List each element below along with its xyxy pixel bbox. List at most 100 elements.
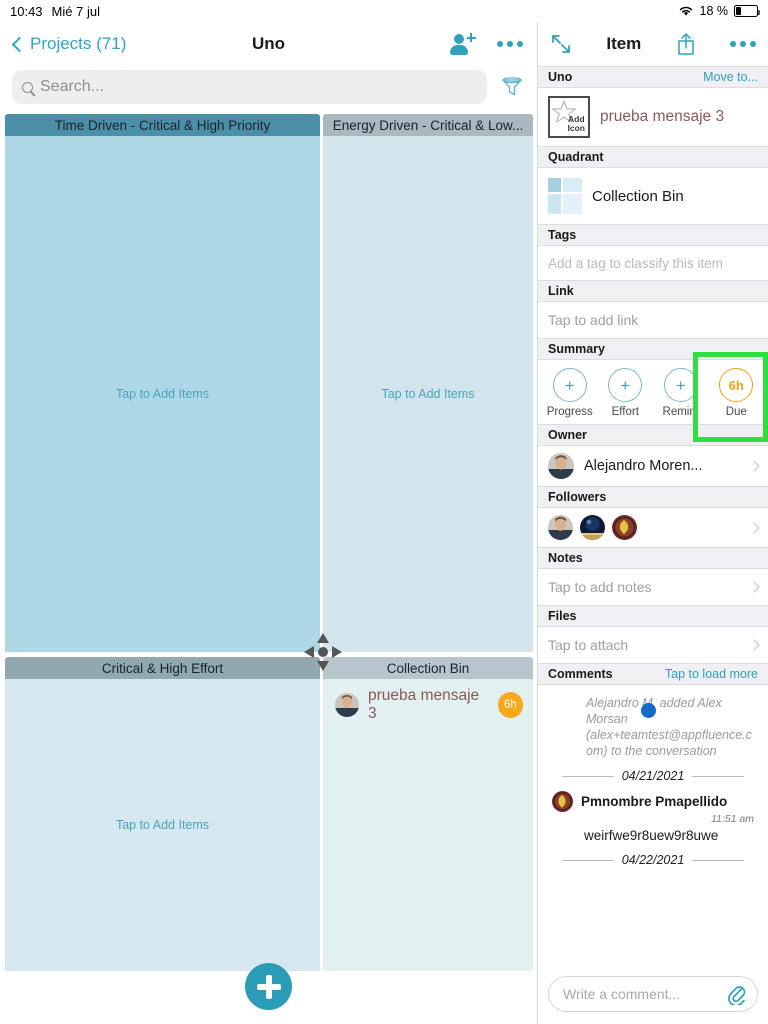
search-placeholder: Search... bbox=[40, 78, 105, 95]
more-options-icon[interactable] bbox=[497, 41, 523, 47]
files-placeholder: Tap to attach bbox=[548, 637, 629, 653]
summary-progress[interactable]: + Progress bbox=[542, 368, 598, 418]
status-time: 10:43 bbox=[10, 3, 43, 19]
avatar bbox=[548, 453, 574, 479]
quadrant-time-driven[interactable]: Time Driven - Critical & High Priority T… bbox=[5, 114, 320, 652]
left-nav-actions bbox=[449, 32, 523, 56]
status-bar-left: 10:43 Mié 7 jul bbox=[0, 4, 100, 19]
summary-label: Due bbox=[725, 406, 747, 418]
quadrant-energy-driven[interactable]: Energy Driven - Critical & Low... Tap to… bbox=[323, 114, 533, 652]
item-title[interactable]: prueba mensaje 3 bbox=[600, 108, 724, 126]
left-panel: Projects (71) Uno Search... Time Driven … bbox=[0, 0, 538, 1024]
app-root: 10:43 Mié 7 jul 18 % Projects (71) Uno S… bbox=[0, 0, 768, 1024]
add-item-fab[interactable] bbox=[245, 963, 292, 1010]
quadrant-empty-label[interactable]: Tap to Add Items bbox=[323, 387, 533, 401]
summary-due[interactable]: 6h Due bbox=[709, 368, 765, 418]
project-bar: Uno Move to... bbox=[538, 66, 768, 88]
due-value-button[interactable]: 6h bbox=[719, 368, 754, 402]
quadrant-body[interactable]: Tap to Add Items bbox=[323, 136, 533, 652]
detail-content: Uno Move to... Add Icon prueba mensaje 3… bbox=[538, 66, 768, 968]
summary-reminder[interactable]: + Remin. bbox=[653, 368, 709, 418]
quadrant-title: Energy Driven - Critical & Low... bbox=[323, 114, 533, 136]
avatar bbox=[552, 791, 573, 812]
quadrant-title: Critical & High Effort bbox=[5, 657, 320, 679]
filter-funnel-icon[interactable] bbox=[499, 74, 525, 100]
chevron-right-icon bbox=[748, 639, 760, 651]
comment-body: weirfwe9r8uew9r8uwe bbox=[584, 828, 719, 843]
avatar-image bbox=[548, 515, 573, 540]
quadrant-body[interactable]: prueba mensaje 3 6h bbox=[323, 679, 533, 971]
progress-add-button[interactable]: + bbox=[552, 368, 587, 402]
load-more-comments-button[interactable]: Tap to load more bbox=[665, 667, 758, 681]
avatar bbox=[335, 693, 359, 717]
summary-effort[interactable]: + Effort bbox=[598, 368, 654, 418]
back-to-projects-button[interactable]: Projects (71) bbox=[11, 34, 127, 54]
section-title: Tags bbox=[548, 228, 577, 242]
search-input[interactable]: Search... bbox=[12, 70, 487, 104]
eisenhower-matrix: Time Driven - Critical & High Priority T… bbox=[0, 114, 537, 1024]
comment-header: Pmnombre Pmapellido bbox=[538, 787, 768, 812]
tags-placeholder: Add a tag to classify this item bbox=[548, 255, 723, 271]
section-title: Summary bbox=[548, 342, 605, 356]
section-title: Comments bbox=[548, 667, 613, 681]
move-drag-handle-icon[interactable] bbox=[303, 632, 343, 672]
section-title: Link bbox=[548, 284, 574, 298]
system-message: Alejandro M. added Alex Morsan (alex+tea… bbox=[586, 696, 752, 758]
battery-icon bbox=[734, 5, 761, 17]
summary-row: + Progress + Effort + Remin. 6h Due bbox=[538, 352, 768, 442]
more-options-icon[interactable] bbox=[730, 41, 756, 47]
notes-row[interactable]: Tap to add notes bbox=[538, 569, 768, 605]
date-divider: 04/22/2021 bbox=[538, 847, 768, 867]
add-user-icon[interactable] bbox=[449, 32, 476, 56]
touch-indicator bbox=[641, 703, 656, 718]
expand-arrows-icon[interactable] bbox=[550, 33, 572, 55]
quadrant-collection-bin[interactable]: Collection Bin prueba mensaje 3 6h bbox=[323, 657, 533, 971]
tags-row[interactable]: Add a tag to classify this item bbox=[538, 246, 768, 280]
section-title: Files bbox=[548, 609, 577, 623]
section-header-comments: Comments Tap to load more bbox=[538, 663, 768, 685]
quadrant-body[interactable]: Tap to Add Items bbox=[5, 136, 320, 652]
add-icon-label: Add Icon bbox=[567, 114, 585, 133]
comment-compose-bar: Write a comment... bbox=[538, 968, 768, 1024]
summary-label: Effort bbox=[611, 406, 639, 418]
quadrant-empty-label[interactable]: Tap to Add Items bbox=[5, 818, 320, 832]
chevron-right-icon bbox=[748, 460, 760, 472]
files-row[interactable]: Tap to attach bbox=[538, 627, 768, 663]
summary-label: Remin. bbox=[662, 406, 699, 418]
add-icon-button[interactable]: Add Icon bbox=[548, 96, 590, 138]
paperclip-icon[interactable] bbox=[727, 983, 747, 1005]
comments-list: Alejandro M. added Alex Morsan (alex+tea… bbox=[538, 685, 768, 867]
share-icon[interactable] bbox=[676, 32, 696, 56]
comment-placeholder: Write a comment... bbox=[563, 986, 681, 1002]
comment-author: Pmnombre Pmapellido bbox=[581, 794, 728, 809]
due-badge: 6h bbox=[497, 692, 523, 718]
effort-add-button[interactable]: + bbox=[608, 368, 643, 402]
item-title-row: Add Icon prueba mensaje 3 bbox=[538, 88, 768, 146]
link-row[interactable]: Tap to add link bbox=[538, 302, 768, 338]
date-divider: 04/21/2021 bbox=[538, 763, 768, 787]
date-label: 04/21/2021 bbox=[621, 769, 685, 783]
quadrant-body[interactable]: Tap to Add Items bbox=[5, 679, 320, 971]
owner-row[interactable]: Alejandro Moren... bbox=[538, 446, 768, 486]
section-header-notes: Notes bbox=[538, 547, 768, 569]
section-title: Notes bbox=[548, 551, 583, 565]
status-date: Mié 7 jul bbox=[51, 3, 100, 19]
avatar-image bbox=[552, 791, 573, 812]
owner-name: Alejandro Moren... bbox=[584, 458, 703, 474]
status-bar: 10:43 Mié 7 jul 18 % bbox=[0, 0, 768, 22]
quadrant-row[interactable]: Collection Bin bbox=[538, 168, 768, 224]
move-to-button[interactable]: Move to... bbox=[703, 70, 758, 84]
avatar bbox=[580, 515, 605, 540]
comment-input[interactable]: Write a comment... bbox=[548, 976, 758, 1012]
list-item[interactable]: prueba mensaje 3 6h bbox=[323, 679, 533, 723]
quadrant-empty-label[interactable]: Tap to Add Items bbox=[5, 387, 320, 401]
section-header-quadrant: Quadrant bbox=[538, 146, 768, 168]
quadrant-critical-high-effort[interactable]: Critical & High Effort Tap to Add Items bbox=[5, 657, 320, 971]
reminder-add-button[interactable]: + bbox=[663, 368, 698, 402]
search-icon bbox=[22, 81, 33, 93]
back-label: Projects (71) bbox=[30, 34, 127, 53]
right-navigation-bar: Item bbox=[538, 22, 768, 66]
comment-time: 11:51 am bbox=[711, 813, 754, 825]
quadrant-title: Time Driven - Critical & High Priority bbox=[5, 114, 320, 136]
followers-row[interactable] bbox=[538, 508, 768, 547]
